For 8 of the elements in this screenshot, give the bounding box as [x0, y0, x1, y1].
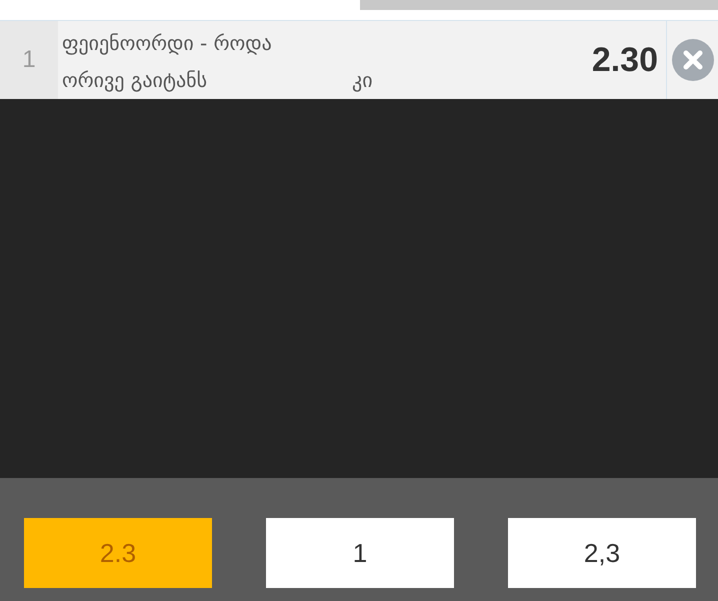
- bet-number: 1: [22, 45, 36, 75]
- close-icon[interactable]: [672, 39, 714, 81]
- market-name: ორივე გაიტანს: [62, 67, 208, 94]
- outcome-name: კი: [352, 67, 373, 94]
- odds-option[interactable]: 1: [266, 518, 454, 588]
- odds-option[interactable]: 2,3: [508, 518, 696, 588]
- odds-value: 2.30: [592, 40, 658, 80]
- event-name: ფეიენოორდი - როდა: [62, 31, 272, 55]
